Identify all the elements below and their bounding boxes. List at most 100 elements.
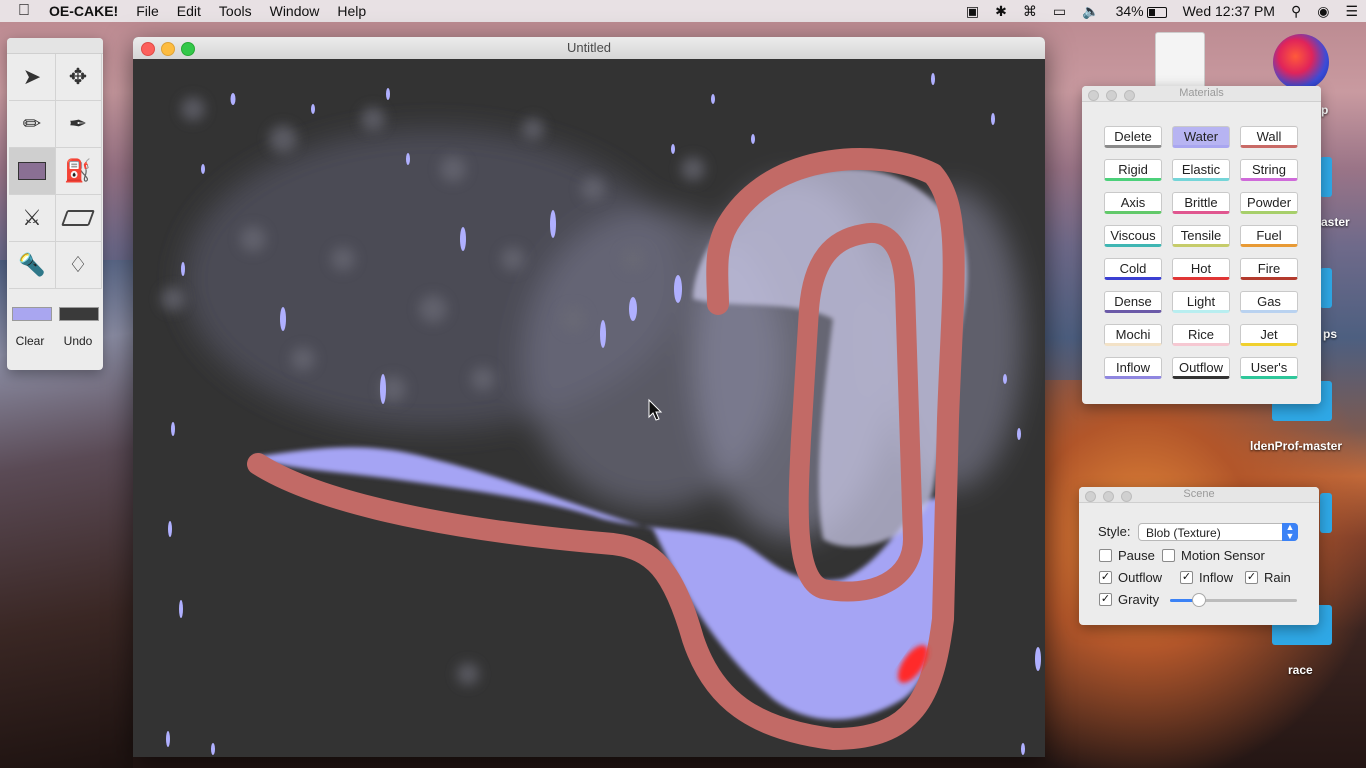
flashlight-icon[interactable]: 🔦 [9, 242, 56, 289]
pause-check[interactable] [1099, 549, 1112, 562]
pause-checkbox[interactable]: Pause [1099, 548, 1155, 563]
material-button-jet[interactable]: Jet [1240, 324, 1298, 346]
material-button-brittle[interactable]: Brittle [1172, 192, 1230, 214]
folder-icon[interactable] [1320, 493, 1332, 533]
gravity-checkbox[interactable]: ✓ Gravity [1099, 592, 1159, 607]
material-button-mochi[interactable]: Mochi [1104, 324, 1162, 346]
desktop-item-label-5[interactable]: race [1288, 663, 1313, 677]
material-button-viscous[interactable]: Viscous [1104, 225, 1162, 247]
close-button[interactable] [141, 42, 155, 56]
pause-label: Pause [1118, 548, 1155, 563]
box-icon[interactable]: ▣ [958, 3, 987, 20]
material-button-tensile[interactable]: Tensile [1172, 225, 1230, 247]
inflow-checkbox[interactable]: ✓ Inflow [1180, 570, 1233, 585]
folder-icon[interactable] [1320, 268, 1332, 308]
menu-help[interactable]: Help [328, 3, 375, 19]
material-button-fire[interactable]: Fire [1240, 258, 1298, 280]
gravity-check[interactable]: ✓ [1099, 593, 1112, 606]
material-button-delete[interactable]: Delete [1104, 126, 1162, 148]
scene-title: Scene [1183, 488, 1215, 500]
apple-icon[interactable]:  [0, 2, 40, 20]
pencil-icon[interactable]: ✏ [9, 101, 56, 148]
material-button-hot[interactable]: Hot [1172, 258, 1230, 280]
user-icon[interactable]: ◉ [1309, 3, 1337, 20]
rain-checkbox[interactable]: ✓ Rain [1245, 570, 1291, 585]
menu-clock[interactable]: Wed 12:37 PM [1175, 3, 1283, 19]
panel-zoom-button[interactable] [1124, 90, 1135, 101]
rectangle-icon[interactable] [9, 148, 56, 195]
menu-file[interactable]: File [127, 3, 168, 19]
motion-sensor-checkbox[interactable]: Motion Sensor [1162, 548, 1265, 563]
inflow-check[interactable]: ✓ [1180, 571, 1193, 584]
material-button-rice[interactable]: Rice [1172, 324, 1230, 346]
scene-panel: Scene Style: Blob (Texture) ▲ ▼ Pause Mot… [1079, 487, 1319, 625]
tool-palette-titlebar[interactable] [7, 38, 103, 54]
material-button-fuel[interactable]: Fuel [1240, 225, 1298, 247]
fill-bucket-icon[interactable]: ⛽ [55, 148, 102, 195]
undo-button[interactable]: Undo [55, 332, 101, 350]
desktop-item-label-1[interactable]: p [1321, 103, 1328, 117]
bluetooth-icon[interactable]: ✱ [987, 3, 1015, 20]
desktop-item-label-4[interactable]: ldenProf-master [1250, 439, 1342, 453]
rain-check[interactable]: ✓ [1245, 571, 1258, 584]
dropper-icon[interactable]: ♢ [55, 242, 102, 289]
material-button-wall[interactable]: Wall [1240, 126, 1298, 148]
brush-icon[interactable]: ✒ [55, 101, 102, 148]
scene-titlebar[interactable]: Scene [1079, 487, 1319, 503]
simulation-canvas[interactable] [133, 59, 1045, 757]
spotlight-search-icon[interactable]: ⚲ [1283, 3, 1309, 20]
panel-close-button[interactable] [1085, 491, 1096, 502]
material-button-outflow[interactable]: Outflow [1172, 357, 1230, 379]
desktop-item-label-2[interactable]: aster [1321, 215, 1350, 229]
airplay-icon[interactable]: ▭ [1045, 3, 1074, 20]
knife-icon[interactable]: ⚔ [9, 195, 56, 242]
wifi-icon[interactable]: ⌘ [1015, 3, 1045, 20]
menu-tools[interactable]: Tools [210, 3, 261, 19]
motion-sensor-check[interactable] [1162, 549, 1175, 562]
material-button-light[interactable]: Light [1172, 291, 1230, 313]
app-menu[interactable]: OE-CAKE! [40, 3, 127, 19]
material-button-dense[interactable]: Dense [1104, 291, 1162, 313]
material-button-powder[interactable]: Powder [1240, 192, 1298, 214]
gravity-slider[interactable] [1170, 593, 1297, 607]
panel-minimize-button[interactable] [1106, 90, 1117, 101]
menu-window[interactable]: Window [261, 3, 329, 19]
menu-edit[interactable]: Edit [168, 3, 210, 19]
panel-zoom-button[interactable] [1121, 491, 1132, 502]
material-button-water[interactable]: Water [1172, 126, 1230, 148]
simulation-scene [161, 73, 1041, 755]
browser-app-icon[interactable] [1273, 34, 1329, 90]
folder-icon[interactable] [1320, 157, 1332, 197]
desktop-item-label-3[interactable]: ps [1323, 327, 1337, 341]
panel-close-button[interactable] [1088, 90, 1099, 101]
gravity-slider-knob[interactable] [1191, 593, 1206, 607]
material-button-cold[interactable]: Cold [1104, 258, 1162, 280]
material-button-rigid[interactable]: Rigid [1104, 159, 1162, 181]
materials-title: Materials [1179, 87, 1224, 99]
panel-minimize-button[interactable] [1103, 491, 1114, 502]
material-button-gas[interactable]: Gas [1240, 291, 1298, 313]
material-button-axis[interactable]: Axis [1104, 192, 1162, 214]
select-arrow-icon[interactable]: ➤ [9, 54, 56, 101]
material-button-elastic[interactable]: Elastic [1172, 159, 1230, 181]
foreground-color-swatch[interactable] [12, 307, 52, 321]
material-button-inflow[interactable]: Inflow [1104, 357, 1162, 379]
document-icon[interactable] [1155, 32, 1205, 92]
outflow-checkbox[interactable]: ✓ Outflow [1099, 570, 1162, 585]
window-titlebar[interactable]: Untitled [133, 37, 1045, 60]
volume-icon[interactable]: 🔈 [1074, 3, 1107, 20]
move-icon[interactable]: ✥ [55, 54, 102, 101]
material-button-users[interactable]: User's [1240, 357, 1298, 379]
background-color-swatch[interactable] [59, 307, 99, 321]
clear-button[interactable]: Clear [7, 332, 53, 350]
outflow-check[interactable]: ✓ [1099, 571, 1112, 584]
minimize-button[interactable] [161, 42, 175, 56]
eraser-icon[interactable] [55, 195, 102, 242]
battery-percent: 34% [1115, 3, 1144, 19]
materials-titlebar[interactable]: Materials [1082, 86, 1321, 102]
notification-center-icon[interactable]: ☰ [1337, 3, 1366, 20]
zoom-button[interactable] [181, 42, 195, 56]
style-select[interactable]: Blob (Texture) ▲ ▼ [1138, 523, 1298, 541]
battery-status[interactable]: 34% [1108, 3, 1175, 19]
material-button-string[interactable]: String [1240, 159, 1298, 181]
